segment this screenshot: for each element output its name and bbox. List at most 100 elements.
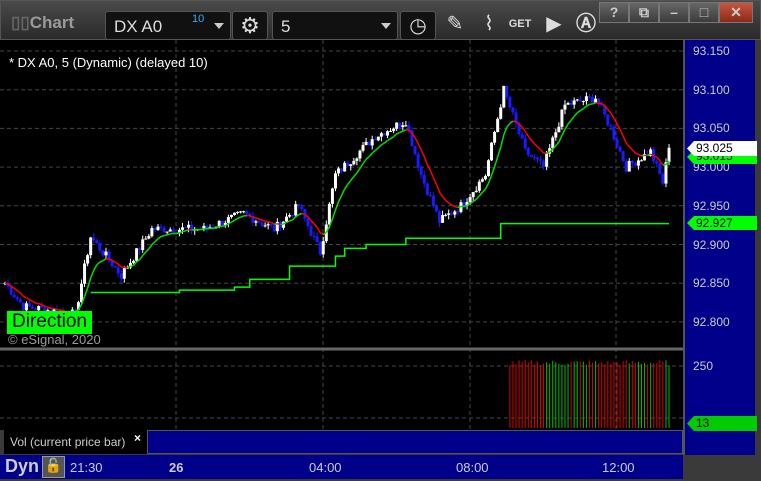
candle: [526, 148, 530, 155]
candle: [245, 211, 249, 214]
interval-input[interactable]: 5: [272, 11, 398, 40]
moving-average-segment: [499, 134, 505, 148]
candle: [306, 218, 310, 226]
candle: [624, 161, 628, 172]
candle: [364, 141, 368, 145]
candle: [288, 215, 292, 217]
candle: [563, 104, 567, 110]
moving-average-segment: [350, 176, 355, 181]
moving-average-segment: [521, 126, 526, 132]
time-axis[interactable]: Dyn 🔓 21:30 26 04:00 08:00 12:00: [0, 455, 683, 479]
candle: [379, 133, 383, 137]
moving-average-segment: [613, 117, 618, 125]
candle: [285, 216, 289, 222]
candle: [312, 235, 316, 237]
moving-average-segment: [390, 136, 395, 140]
restore-button[interactable]: ⧉: [629, 2, 659, 23]
candle: [376, 136, 380, 141]
moving-average-segment: [393, 133, 398, 138]
moving-average-segment: [638, 153, 642, 157]
price-chart[interactable]: [0, 40, 683, 430]
get-icon[interactable]: GET: [507, 11, 533, 37]
moving-average-segment: [200, 228, 205, 231]
candle: [153, 228, 157, 230]
candle: [352, 160, 356, 165]
candle: [557, 126, 561, 133]
candle: [242, 211, 246, 213]
candle: [156, 226, 160, 230]
candle: [667, 147, 671, 163]
candle: [80, 283, 83, 303]
maximize-button[interactable]: □: [689, 2, 719, 23]
close-study-icon[interactable]: ×: [134, 431, 141, 445]
candle: [229, 214, 233, 218]
candle: [621, 151, 625, 162]
candle: [425, 183, 429, 195]
moving-average-segment: [377, 144, 382, 149]
minimize-button[interactable]: –: [659, 2, 689, 23]
moving-average-segment: [344, 184, 349, 190]
moving-average-segment: [163, 234, 168, 237]
candle: [398, 122, 402, 128]
window-title-text: Chart: [29, 13, 75, 32]
moving-average-segment: [573, 112, 578, 117]
time-button[interactable]: ◷: [400, 11, 436, 40]
moving-average-segment: [423, 156, 428, 165]
moving-average-segment: [463, 204, 468, 208]
candle: [21, 302, 25, 311]
moving-average-segment: [368, 152, 373, 158]
chart-area[interactable]: * DX A0, 5 (Dynamic) (delayed 10) Direct…: [0, 40, 683, 430]
moving-average-segment: [4, 282, 9, 285]
line-chart-icon[interactable]: ⌇: [476, 11, 502, 37]
candle: [95, 240, 99, 243]
candle: [18, 299, 22, 303]
interval-value: 5: [281, 17, 291, 36]
moving-average-segment: [96, 261, 101, 266]
candle: [444, 214, 448, 216]
candle: [122, 268, 126, 279]
candle: [560, 109, 564, 127]
moving-average-segment: [298, 212, 303, 216]
candle: [535, 157, 539, 160]
moving-average-segment: [567, 119, 572, 125]
price-axis[interactable]: 93.150 93.100 93.050 93.000 92.950 92.900 92.8…: [683, 40, 757, 455]
symbol-settings-button[interactable]: ⚙: [232, 11, 268, 40]
play-icon[interactable]: ▶: [541, 11, 567, 37]
candle: [416, 154, 420, 168]
moving-average-segment: [448, 202, 453, 206]
candle: [141, 239, 145, 251]
candle: [159, 226, 163, 228]
candle: [37, 306, 41, 311]
moving-average-segment: [509, 120, 514, 124]
candle: [180, 227, 184, 230]
moving-average-segment: [582, 105, 587, 110]
candle: [327, 203, 331, 225]
moving-average-segment: [496, 146, 502, 158]
alert-icon[interactable]: Ⓐ: [573, 11, 599, 37]
moving-average-segment: [445, 199, 450, 204]
close-button[interactable]: ✕: [719, 2, 753, 23]
moving-average-segment: [337, 195, 343, 202]
pencil-icon[interactable]: ✎: [442, 11, 468, 37]
candle: [187, 224, 191, 228]
time-label: 04:00: [309, 460, 342, 475]
candle: [578, 99, 582, 102]
dynamic-mode-label[interactable]: Dyn: [5, 456, 39, 477]
help-button[interactable]: ?: [599, 2, 629, 23]
candle: [92, 237, 96, 241]
chevron-down-icon[interactable]: [381, 23, 391, 29]
candle: [434, 206, 438, 212]
moving-average-segment: [579, 108, 584, 112]
chevron-down-icon[interactable]: [214, 23, 224, 29]
candle: [523, 138, 527, 149]
lock-icon[interactable]: 🔓: [42, 456, 65, 478]
candle: [389, 130, 393, 132]
candle: [236, 211, 240, 213]
candle: [591, 96, 595, 103]
symbol-input[interactable]: DX A0 10: [105, 11, 231, 40]
candle: [269, 224, 273, 226]
candle: [367, 141, 371, 146]
candle: [615, 139, 619, 147]
candle: [165, 231, 169, 233]
candle: [119, 273, 123, 279]
